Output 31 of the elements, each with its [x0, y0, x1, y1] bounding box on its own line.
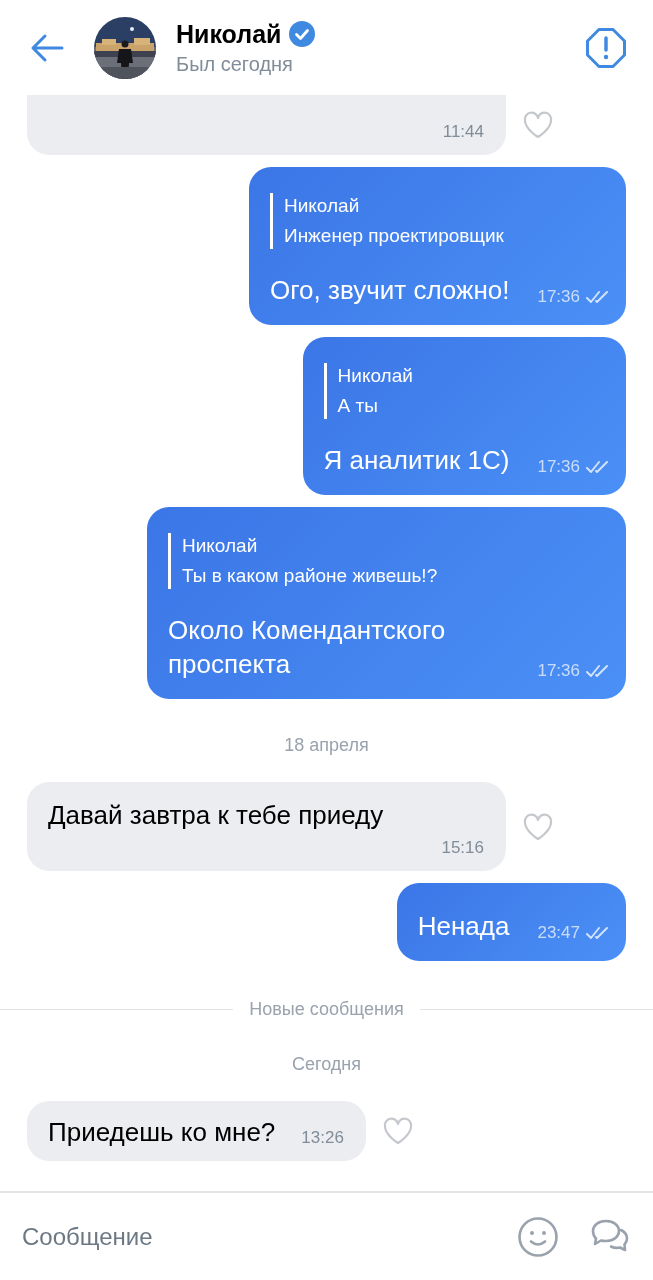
contact-name: Николай — [176, 19, 282, 49]
message-time: 23:47 — [537, 923, 580, 943]
message-input-field[interactable]: Сообщение — [22, 1222, 487, 1251]
new-messages-label: Новые сообщения — [248, 999, 405, 1020]
date-label: 18 апреля — [284, 735, 369, 756]
message-text: Приедешь ко мне? — [48, 1116, 276, 1149]
message-text: Я аналитик 1С) — [323, 444, 510, 477]
message-text: Ненада — [417, 910, 510, 943]
heart-icon[interactable] — [522, 111, 554, 139]
heart-icon[interactable] — [522, 812, 554, 841]
message-text: Около Комендантского проспекта — [168, 614, 447, 681]
message-text: Давай завтра к тебе приеду — [48, 799, 385, 832]
message-time: 13:26 — [301, 1128, 344, 1148]
last-seen-status: Был сегодня — [176, 52, 294, 76]
message-time: 17:36 — [537, 457, 580, 477]
heart-icon[interactable] — [381, 1117, 414, 1145]
reply-text: Инженер проектировщик — [283, 225, 505, 247]
date-label: Сегодня — [292, 1054, 361, 1075]
reply-author: Николай — [182, 535, 259, 557]
message-time: 17:36 — [537, 287, 580, 307]
message-time: 17:36 — [537, 661, 580, 681]
reply-text: Ты в каком районе живешь!? — [182, 565, 439, 587]
message-time: 11:44 — [442, 122, 484, 142]
back-arrow-icon[interactable] — [30, 32, 64, 63]
alert-icon[interactable] — [585, 26, 627, 69]
reply-author: Николай — [337, 365, 414, 387]
message-text: Ого, звучит сложно! — [269, 274, 510, 307]
smiley-icon[interactable] — [517, 1215, 559, 1258]
message-time: 15:16 — [441, 838, 484, 858]
reply-author: Николай — [283, 195, 361, 217]
reply-text: А ты — [337, 395, 379, 417]
